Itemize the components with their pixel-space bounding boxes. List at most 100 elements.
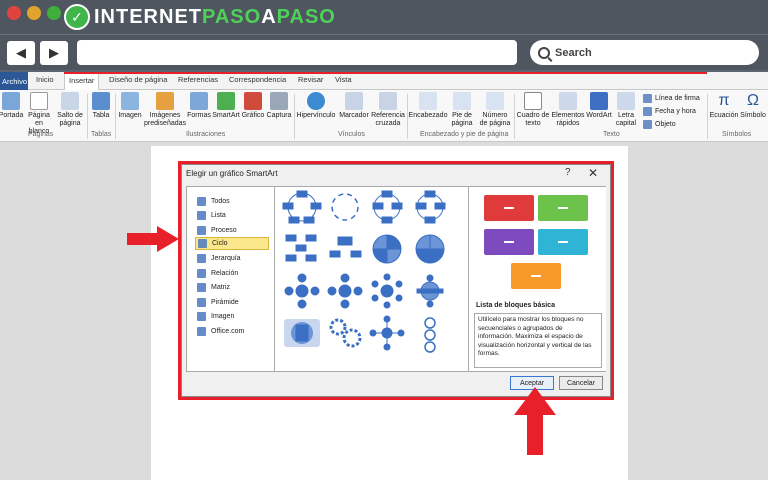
maximize-window-button[interactable] (47, 6, 61, 20)
layout-thumbnail[interactable] (415, 234, 445, 264)
category-lista[interactable]: Lista (195, 209, 269, 222)
brand-text: INTERNETPASOAPASO (94, 5, 336, 28)
tab-archivo[interactable]: Archivo (0, 72, 28, 90)
layout-thumbnail[interactable] (372, 190, 403, 224)
layout-thumbnail[interactable] (424, 317, 436, 353)
fecha-hora-button[interactable]: Fecha y hora (643, 107, 696, 116)
category-matriz[interactable]: Matriz (195, 281, 269, 294)
table-icon (92, 92, 110, 110)
group-paginas: Páginas (28, 131, 54, 138)
annotation-arrow-up (514, 387, 556, 455)
help-button[interactable]: ? (565, 167, 571, 178)
wordart-button[interactable]: WordArt (586, 92, 612, 120)
quick-parts-icon (559, 92, 577, 110)
smartart-button[interactable]: SmartArt (212, 92, 240, 120)
portada-button[interactable]: Portada (0, 92, 23, 120)
category-todos[interactable]: Todos (195, 195, 269, 208)
layout-thumbnail[interactable] (331, 193, 359, 221)
layout-thumbnail[interactable] (329, 236, 362, 258)
layout-thumbnail[interactable] (415, 190, 446, 224)
category-imagen[interactable]: Imagen (195, 310, 269, 323)
search-icon (538, 46, 550, 59)
tab-revisar[interactable]: Revisar (298, 75, 323, 84)
header-icon (419, 92, 437, 110)
tab-correspondencia[interactable]: Correspondencia (229, 75, 286, 84)
marcador-button[interactable]: Marcador (338, 92, 370, 120)
ecuacion-button[interactable]: π Ecuación (709, 92, 739, 120)
page-break-icon (61, 92, 79, 110)
tab-referencias[interactable]: Referencias (178, 75, 218, 84)
layout-thumbnail[interactable] (416, 274, 444, 308)
layout-thumbnail[interactable] (372, 234, 402, 264)
omega-icon: Ω (747, 92, 759, 109)
category-piramide[interactable]: Pirámide (195, 296, 269, 309)
elementos-rapidos-button[interactable]: Elementos rápidos (551, 92, 585, 128)
blank-page-icon (30, 92, 48, 110)
preview-description: Utilícelo para mostrar los bloques no se… (474, 313, 602, 368)
picture-icon (197, 312, 206, 321)
grafico-button[interactable]: Gráfico (241, 92, 265, 120)
cross-reference-icon (379, 92, 397, 110)
separator (707, 94, 708, 139)
shapes-icon (190, 92, 208, 110)
office-icon (197, 327, 206, 336)
bookmark-icon (345, 92, 363, 110)
ribbon-tabs: Archivo Inicio Insertar Diseño de página… (0, 72, 768, 90)
layout-thumbnail[interactable] (284, 319, 320, 347)
back-button[interactable]: ◀ (7, 41, 35, 65)
smartart-dialog: Elegir un gráfico SmartArt ? ✕ Todos Lis… (181, 164, 611, 397)
category-proceso[interactable]: Proceso (195, 224, 269, 237)
preview-pane: Lista de bloques básica Utilícelo para m… (470, 187, 606, 371)
preview-title: Lista de bloques básica (476, 302, 555, 309)
category-list: Todos Lista Proceso Ciclo Jerarquía Rela… (187, 187, 275, 371)
layout-thumbnail[interactable] (285, 234, 317, 262)
category-relacion[interactable]: Relación (195, 267, 269, 280)
search-placeholder: Search (555, 46, 592, 59)
layout-thumbnail[interactable] (329, 318, 362, 348)
category-ciclo[interactable]: Ciclo (195, 237, 269, 250)
pagina-blanco-button[interactable]: Página en blanco (24, 92, 54, 136)
numero-pagina-button[interactable]: Número de página (478, 92, 512, 128)
cuadro-texto-button[interactable]: Cuadro de texto (516, 92, 550, 128)
imagen-button[interactable]: Imagen (118, 92, 142, 120)
minimize-window-button[interactable] (27, 6, 41, 20)
tab-insertar[interactable]: Insertar (64, 73, 100, 90)
group-ilustraciones: Ilustraciones (186, 131, 226, 138)
layout-thumbnail[interactable] (371, 273, 403, 309)
dialog-title: Elegir un gráfico SmartArt (186, 169, 278, 178)
formas-button[interactable]: Formas (187, 92, 211, 120)
category-office-com[interactable]: Office.com (195, 325, 269, 338)
close-button[interactable]: ✕ (588, 166, 598, 180)
layout-thumbnail[interactable] (282, 190, 322, 224)
preview-block (511, 263, 561, 289)
annotation-line (64, 72, 707, 74)
tabla-button[interactable]: Tabla (90, 92, 112, 120)
pie-pagina-button[interactable]: Pie de página (448, 92, 476, 128)
address-bar[interactable] (77, 40, 517, 65)
encabezado-button[interactable]: Encabezado (409, 92, 447, 120)
linea-firma-button[interactable]: Línea de firma (643, 94, 700, 103)
layout-thumbnail[interactable] (327, 273, 363, 309)
preview-block (484, 229, 534, 255)
forward-button[interactable]: ▶ (40, 41, 68, 65)
tab-vista[interactable]: Vista (335, 75, 352, 84)
cancel-button[interactable]: Cancelar (559, 376, 603, 390)
preview-block (538, 229, 588, 255)
captura-button[interactable]: Captura (266, 92, 292, 120)
hipervinculo-button[interactable]: Hipervínculo (296, 92, 336, 120)
referencia-cruzada-button[interactable]: Referencia cruzada (371, 92, 405, 128)
imagenes-prediseñadas-button[interactable]: Imágenes prediseñadas (144, 92, 186, 128)
textbox-icon (524, 92, 542, 110)
simbolo-button[interactable]: Ω Símbolo (740, 92, 766, 120)
layout-thumbnail[interactable] (284, 273, 320, 309)
category-jerarquia[interactable]: Jerarquía (195, 252, 269, 265)
letra-capital-button[interactable]: Letra capital (613, 92, 639, 128)
search-input[interactable]: Search (530, 40, 759, 65)
close-window-button[interactable] (7, 6, 21, 20)
tab-inicio[interactable]: Inicio (36, 75, 54, 84)
matrix-icon (197, 283, 206, 292)
layout-thumbnail[interactable] (369, 315, 405, 351)
objeto-button[interactable]: Objeto (643, 120, 676, 129)
salto-pagina-button[interactable]: Salto de página (56, 92, 84, 128)
tab-diseno[interactable]: Diseño de página (109, 75, 167, 84)
